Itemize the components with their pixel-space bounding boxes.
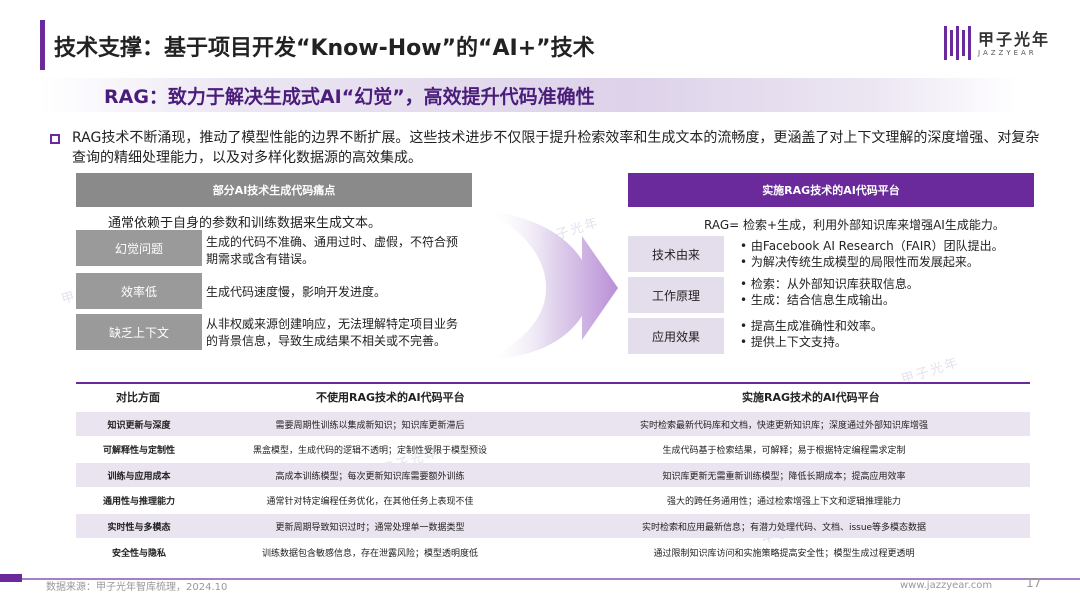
table-cell-aspect: 知识更新与深度	[107, 420, 171, 431]
feature-label-effect: 应用效果	[628, 318, 724, 354]
table-header-without-rag: 不使用RAG技术的AI代码平台	[316, 391, 465, 404]
table-cell-aspect: 实时性与多模态	[107, 522, 171, 533]
pain-label-efficiency: 效率低	[76, 273, 202, 309]
pain-label-hallucination: 幻觉问题	[76, 230, 202, 266]
rag-definition: RAG= 检索+生成，利用外部知识库来增强AI生成能力。	[704, 218, 1005, 232]
table-cell-aspect: 训练与应用成本	[107, 471, 171, 482]
feature-line: 检索：从外部知识库获取信息。	[740, 276, 1030, 292]
page-number: 17	[1026, 576, 1042, 590]
table-row: 安全性与隐私 训练数据包含敏感信息，存在泄露风险；模型透明度低 通过限制知识库访…	[76, 540, 1030, 564]
pain-desc-context: 从非权威来源创建响应，无法理解特定项目业务的背景信息，导致生成结果不相关或不完善…	[206, 317, 459, 348]
data-source: 数据来源：甲子光年智库梳理，2024.10	[46, 582, 228, 593]
pain-desc-efficiency: 生成代码速度慢，影响开发进度。	[206, 285, 387, 299]
logo-mark-icon	[944, 26, 972, 60]
table-cell-aspect: 安全性与隐私	[111, 548, 166, 559]
table-cell-aspect: 通用性与推理能力	[102, 496, 175, 507]
feature-line: 生成：结合信息生成输出。	[740, 292, 1030, 308]
feature-label-principle: 工作原理	[628, 277, 724, 313]
feature-lines-effect: 提高生成准确性和效率。 提供上下文支持。	[740, 318, 1030, 350]
table-cell-with: 生成代码基于检索结果，可解释；易于根据特定编程需求定制	[662, 445, 906, 456]
table-cell-with: 实时检索和应用最新信息；有潜力处理代码、文档、issue等多模态数据	[641, 522, 927, 533]
title-accent-bar	[40, 20, 45, 70]
feature-line: 为解决传统生成模型的局限性而发展起来。	[740, 254, 1030, 270]
footer-accent	[0, 574, 22, 582]
logo-text-en: JAZZYEAR	[978, 49, 1037, 57]
pain-label-context: 缺乏上下文	[76, 314, 202, 350]
table-header-with-rag: 实施RAG技术的AI代码平台	[742, 391, 880, 404]
table-cell-aspect: 可解释性与定制性	[102, 445, 175, 456]
pain-points-subtitle: 通常依赖于自身的参数和训练数据来生成文本。	[108, 216, 382, 231]
table-cell-without: 需要周期性训练以集成新知识；知识库更新滞后	[275, 420, 465, 431]
feature-line: 提高生成准确性和效率。	[740, 318, 1030, 334]
table-cell-without: 训练数据包含敏感信息，存在泄露风险；模型透明度低	[261, 548, 478, 559]
table-row: 可解释性与定制性 黑盒模型，生成代码的逻辑不透明；定制性受限于模型预设 生成代码…	[76, 437, 1030, 461]
table-top-rule	[76, 382, 1030, 384]
table-cell-with: 强大的跨任务通用性；通过检索增强上下文和逻辑推理能力	[666, 496, 901, 507]
table-cell-without: 黑盒模型，生成代码的逻辑不透明；定制性受限于模型预设	[252, 445, 487, 456]
table-cell-without: 更新周期导致知识过时；通常处理单一数据类型	[275, 522, 465, 533]
feature-lines-origin: 由Facebook AI Research（FAIR）团队提出。 为解决传统生成…	[740, 238, 1030, 270]
table-row: 通用性与推理能力 通常针对特定编程任务优化，在其他任务上表现不佳 强大的跨任务通…	[76, 488, 1030, 512]
logo-text-cn: 甲子光年	[978, 30, 1051, 49]
website-link[interactable]: www.jazzyear.com	[900, 580, 992, 591]
table-row: 实时性与多模态 更新周期导致知识过时；通常处理单一数据类型 实时检索和应用最新信…	[76, 514, 1030, 538]
page-title: 技术支撑：基于项目开发“Know-How”的“AI+”技术	[54, 36, 595, 61]
bullet-square-icon	[50, 134, 60, 144]
table-cell-without: 通常针对特定编程任务优化，在其他任务上表现不佳	[266, 496, 474, 507]
flow-arrow-icon	[486, 210, 618, 360]
rag-platform-header: 实施RAG技术的AI代码平台	[628, 173, 1034, 207]
table-cell-without: 高成本训练模型；每次更新知识库需要额外训练	[275, 471, 465, 482]
feature-lines-principle: 检索：从外部知识库获取信息。 生成：结合信息生成输出。	[740, 276, 1030, 308]
table-cell-with: 实时检索最新代码库和文档，快速更新知识库；深度通过外部知识库增强	[639, 420, 928, 431]
brand-logo: 甲子光年 JAZZYEAR	[944, 22, 1054, 66]
feature-line: 提供上下文支持。	[740, 334, 1030, 350]
intro-paragraph: RAG技术不断涌现，推动了模型性能的边界不断扩展。这些技术进步不仅限于提升检索效…	[72, 130, 1040, 166]
table-cell-with: 通过限制知识库访问和实施策略提高安全性；模型生成过程更透明	[653, 548, 915, 559]
feature-label-origin: 技术由来	[628, 236, 724, 272]
subtitle: RAG：致力于解决生成式AI“幻觉”，高效提升代码准确性	[104, 86, 595, 108]
feature-line: 由Facebook AI Research（FAIR）团队提出。	[740, 238, 1030, 254]
pain-desc-hallucination: 生成的代码不准确、通用过时、虚假，不符合预期需求或含有错误。	[206, 235, 459, 266]
table-cell-with: 知识库更新无需重新训练模型；降低长期成本；提高应用效率	[662, 471, 906, 482]
table-row: 训练与应用成本 高成本训练模型；每次更新知识库需要额外训练 知识库更新无需重新训…	[76, 463, 1030, 487]
table-header-aspect: 对比方面	[116, 391, 160, 404]
pain-points-header: 部分AI技术生成代码痛点	[76, 173, 472, 207]
table-row: 知识更新与深度 需要周期性训练以集成新知识；知识库更新滞后 实时检索最新代码库和…	[76, 412, 1030, 436]
